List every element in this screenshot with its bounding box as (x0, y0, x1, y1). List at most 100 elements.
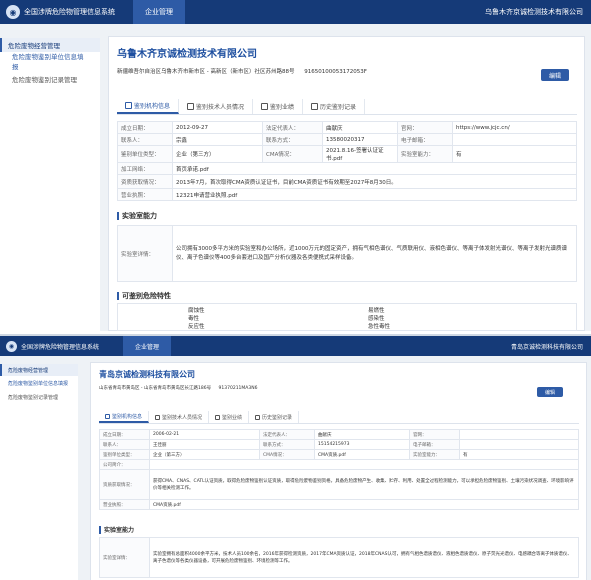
tab-institution-info[interactable]: 鉴别机构信息 (117, 99, 180, 114)
label-business-license: 营业执照： (117, 188, 173, 201)
top-company-name[interactable]: 乌鲁木齐京诚检测技术有限公司 (485, 7, 583, 17)
label-business-license: 营业执照： (99, 499, 150, 510)
capability-table: 实验室详情： 实验室拥有总面积4000余平方米，技术人员100余名，2016年获… (99, 537, 579, 578)
value-qualification: 2013年7月，首次取得CMA资质认证证书，目前CMA资质证书有效期至2027年… (172, 174, 577, 189)
label-email: 电子邮箱： (409, 439, 460, 450)
document-icon (125, 102, 132, 109)
nav-tab-enterprise[interactable]: 企业管理 (123, 336, 172, 356)
network-file-link[interactable]: 首页承诺.pdf (172, 162, 577, 175)
value-legal-rep: 曲献庆 (314, 429, 410, 440)
website-link[interactable]: https://www.jcjc.cn/ (452, 121, 577, 134)
value-lab-capability: 有 (459, 449, 579, 460)
table-row: 公司简介： (99, 459, 579, 470)
label-cma: CMA情况： (262, 145, 323, 163)
history-icon (311, 103, 319, 110)
company-name: 乌鲁木齐京诚检测技术有限公司 (117, 49, 257, 60)
system-logo-icon: ◉ (6, 340, 17, 352)
address-text: 新疆维吾尔自治区乌鲁木齐市新市区 - 高新区（新市区）社区苏州路88号 (117, 69, 295, 75)
tab-technical-staff[interactable]: 鉴别技术人员情况 (149, 411, 210, 423)
table-row: 营业执照： CMA资质.pdf (99, 499, 579, 510)
hazard-item: 腐蚀性 (188, 308, 205, 314)
value-contact: 王佳丽 (149, 439, 260, 450)
company-address: 新疆维吾尔自治区乌鲁木齐市新市区 - 高新区（新市区）社区苏州路88号 9165… (117, 67, 367, 75)
label-company-intro: 公司简介： (99, 459, 150, 470)
label-contact: 联系人： (99, 439, 150, 450)
sidebar-item-info-report[interactable]: 危险废物鉴别单位信息填报 (0, 52, 100, 71)
tab-label: 鉴别业绩 (222, 414, 243, 421)
hazard-item: 反应性 (188, 324, 205, 330)
value-established: 2006-02-21 (149, 429, 260, 440)
tab-history[interactable]: 历史鉴别记录 (303, 99, 366, 114)
label-website: 官网： (397, 121, 453, 134)
tab-technical-staff[interactable]: 鉴别技术人员情况 (179, 99, 254, 114)
history-icon (255, 414, 261, 420)
sidebar-group-hazardous-waste[interactable]: 危险废物经营管理 (0, 38, 100, 52)
value-legal-rep: 曲献庆 (322, 121, 398, 134)
user-icon (155, 414, 161, 420)
label-legal-rep: 法定代表人： (259, 429, 315, 440)
tab-history[interactable]: 历史鉴别记录 (249, 411, 300, 423)
main-panel: 青岛京诚检测科技有限公司 山东省青岛市黄岛区 - 山东省青岛市黄岛区长江路186… (90, 362, 587, 580)
edit-button[interactable]: 编辑 (537, 387, 563, 397)
table-row: 成立日期： 2006-02-21 法定代表人： 曲献庆 官网： (99, 429, 579, 440)
cma-file-link[interactable]: CMA资质.pdf (314, 449, 410, 460)
sidebar-item-record-manage[interactable]: 危险废物鉴别记录管理 (0, 70, 100, 88)
nav-tab-enterprise[interactable]: 企业管理 (133, 0, 185, 24)
label-lab-capability: 实验室能力： (397, 145, 453, 163)
chart-icon (215, 414, 221, 420)
tab-label: 历史鉴别记录 (320, 104, 357, 111)
value-company-intro (149, 459, 579, 470)
value-capability: 实验室拥有总面积4000余平方米，技术人员100余名，2016年获得检测资质，2… (149, 537, 579, 578)
sidebar: 危险废物经营管理 危险废物鉴别单位信息填报 危险废物鉴别记录管理 (0, 364, 78, 580)
label-qualification: 资质获取情况： (99, 469, 150, 500)
license-file-link[interactable]: CMA资质.pdf (149, 499, 579, 510)
label-established: 成立日期： (117, 121, 173, 134)
capability-table: 实验室详情： 公司拥有3000多平方米的实验室和办公场所，近1000万元的固定资… (117, 225, 577, 282)
label-email: 电子邮箱： (397, 133, 453, 146)
tab-performance[interactable]: 鉴别业绩 (209, 411, 250, 423)
label-capability: 实验室详情： (99, 537, 150, 578)
value-qualification: 获得CMA、CNAS、CATL认证资质，取得危险废物鉴别认证资质，取得危险废物鉴… (149, 469, 579, 500)
top-bar: ◉ 全国涉牌危险物管理信息系统 企业管理 青岛京诚检测科技有限公司 (0, 336, 591, 356)
credit-code: 91370211MA3N6 (218, 386, 258, 391)
tab-institution-info[interactable]: 鉴别机构信息 (99, 411, 150, 423)
institution-info-table: 成立日期： 2012-09-27 法定代表人： 曲献庆 官网： https://… (117, 121, 577, 201)
license-file-link[interactable]: 12321申请营业执照.pdf (172, 188, 577, 201)
document-icon (105, 413, 110, 419)
hazard-item: 急性毒性 (368, 324, 391, 330)
main-panel: 乌鲁木齐京诚检测技术有限公司 新疆维吾尔自治区乌鲁木齐市新市区 - 高新区（新市… (108, 36, 585, 331)
label-lab-capability: 实验室能力： (409, 449, 460, 460)
tab-label: 鉴别机构信息 (134, 103, 171, 110)
label-legal-rep: 法定代表人： (262, 121, 323, 134)
sidebar-item-record-manage[interactable]: 危险废物鉴别记录管理 (0, 390, 78, 404)
table-row: 联系人： 宗鑫 联系方式： 13580020317 电子邮箱： (117, 133, 577, 146)
tab-label: 鉴别技术人员情况 (196, 104, 245, 111)
tab-performance[interactable]: 鉴别业绩 (253, 99, 304, 114)
value-email (459, 439, 579, 450)
table-row: 加工网络： 首页承诺.pdf (117, 162, 577, 175)
sidebar-item-info-report[interactable]: 危险废物鉴别单位信息填报 (0, 376, 78, 390)
tab-bar: 鉴别机构信息 鉴别技术人员情况 鉴别业绩 历史鉴别记录 (117, 99, 577, 115)
tab-label: 历史鉴别记录 (262, 414, 293, 421)
top-company-name[interactable]: 青岛京诚检测科技有限公司 (511, 342, 583, 351)
tab-bar: 鉴别机构信息 鉴别技术人员情况 鉴别业绩 历史鉴别记录 (99, 411, 579, 424)
label-phone: 联系方式： (262, 133, 323, 146)
sidebar-group-hazardous-waste[interactable]: 危险废物经营管理 (0, 364, 78, 376)
table-row: 联系人： 王佳丽 联系方式： 15154215973 电子邮箱： (99, 439, 579, 450)
value-contact: 宗鑫 (172, 133, 263, 146)
label-phone: 联系方式： (259, 439, 315, 450)
edit-button[interactable]: 编辑 (541, 69, 569, 81)
label-contact: 联系人： (117, 133, 173, 146)
label-cma: CMA情况： (259, 449, 315, 460)
hazard-item: 感染性 (368, 316, 385, 322)
cma-file-link[interactable]: 2021.8.16-签署认证证书.pdf (322, 145, 398, 163)
label-website: 官网： (409, 429, 460, 440)
value-email (452, 133, 577, 146)
company-address: 山东省青岛市黄岛区 - 山东省青岛市黄岛区长江路186号 91370211MA3… (99, 385, 257, 391)
table-row: 鉴别单位类型： 企业（第三方） CMA情况： 2021.8.16-签署认证证书.… (117, 145, 577, 163)
hazard-column-right: 易燃性 感染性 急性毒性 (368, 307, 390, 331)
section-title-hazard: 可鉴别危险特性 (117, 291, 171, 301)
section-title-capability: 实验室能力 (99, 525, 134, 534)
table-row: 实验室详情： 实验室拥有总面积4000余平方米，技术人员100余名，2016年获… (99, 537, 579, 578)
table-row: 成立日期： 2012-09-27 法定代表人： 曲献庆 官网： https://… (117, 121, 577, 134)
